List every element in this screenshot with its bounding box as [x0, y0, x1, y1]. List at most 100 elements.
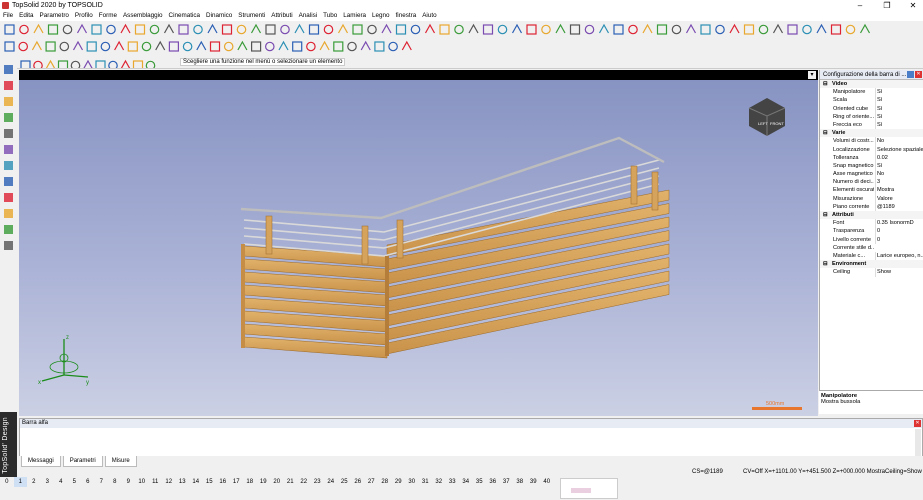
property-row[interactable]: Misurazione Valore: [820, 194, 923, 203]
collapse-icon[interactable]: ⊟: [823, 211, 828, 219]
toolbar-tool-icon[interactable]: [178, 24, 189, 35]
property-value[interactable]: 0: [875, 235, 923, 244]
page-number[interactable]: 38: [513, 477, 527, 487]
toolbar-tool-icon[interactable]: [236, 24, 247, 35]
toolbar-tool-icon[interactable]: [168, 41, 179, 52]
toolbar-tool-icon[interactable]: [19, 24, 29, 35]
toolbar-tool-icon[interactable]: [671, 24, 682, 35]
property-value[interactable]: Valore: [875, 194, 923, 203]
property-row[interactable]: Elementi oscurati Mostra: [820, 186, 923, 195]
property-row[interactable]: Numero di deci... 3: [820, 178, 923, 187]
toolbar-tool-icon[interactable]: [685, 23, 697, 34]
menu-item-strumenti[interactable]: Strumenti: [235, 11, 268, 21]
page-number[interactable]: 12: [162, 477, 176, 487]
side-tool-icon[interactable]: [4, 193, 13, 202]
menu-item-profilo[interactable]: Profilo: [72, 11, 96, 21]
page-number[interactable]: 32: [432, 477, 446, 487]
toolbar-tool-icon[interactable]: [410, 24, 421, 35]
page-number[interactable]: 21: [284, 477, 298, 487]
toolbar-tool-icon[interactable]: [526, 24, 537, 35]
menu-item-analisi[interactable]: Analisi: [296, 11, 321, 21]
page-number[interactable]: 14: [189, 477, 203, 487]
page-number[interactable]: 17: [230, 477, 244, 487]
alpha-scrollbar[interactable]: [915, 429, 921, 457]
menu-item-finestra[interactable]: finestra: [393, 11, 420, 21]
page-number[interactable]: 2: [27, 477, 41, 487]
toolbar-tool-icon[interactable]: [367, 24, 377, 35]
toolbar-tool-icon[interactable]: [91, 24, 102, 35]
page-number[interactable]: 25: [338, 477, 352, 487]
toolbar-tool-icon[interactable]: [221, 24, 233, 35]
toolbar-tool-icon[interactable]: [223, 41, 234, 52]
toolbar-tool-icon[interactable]: [758, 24, 769, 35]
toolbar-tool-icon[interactable]: [4, 41, 15, 52]
toolbar-tool-icon[interactable]: [700, 24, 711, 35]
side-tool-icon[interactable]: [4, 209, 13, 218]
toolbar-tool-icon[interactable]: [149, 24, 160, 35]
menu-item-edita[interactable]: Edita: [16, 11, 36, 21]
toolbar-tool-icon[interactable]: [859, 23, 871, 34]
side-tool-icon[interactable]: [4, 145, 13, 154]
toolbar-tool-icon[interactable]: [388, 41, 398, 52]
toolbar-tool-icon[interactable]: [155, 40, 166, 51]
page-number[interactable]: 18: [243, 477, 257, 487]
toolbar-tool-icon[interactable]: [280, 24, 290, 35]
page-number[interactable]: 6: [81, 477, 95, 487]
page-number[interactable]: 1: [13, 477, 27, 487]
tab-misure[interactable]: Misure: [104, 456, 137, 467]
toolbar-tool-icon[interactable]: [193, 24, 203, 35]
page-number[interactable]: 39: [527, 477, 541, 487]
toolbar-tool-icon[interactable]: [401, 40, 412, 51]
property-value[interactable]: 0.35 IsonormD: [875, 219, 923, 228]
toolbar-tool-icon[interactable]: [196, 40, 207, 51]
page-number[interactable]: 8: [108, 477, 122, 487]
toolbar-tool-icon[interactable]: [319, 40, 330, 51]
side-tool-icon[interactable]: [4, 81, 13, 90]
property-value[interactable]: Show: [875, 268, 923, 277]
side-tool-icon[interactable]: [4, 225, 13, 234]
page-number[interactable]: 36: [486, 477, 500, 487]
toolbar-tool-icon[interactable]: [134, 24, 146, 35]
page-number[interactable]: 24: [324, 477, 338, 487]
side-tool-icon[interactable]: [4, 241, 13, 250]
menu-item-parametro[interactable]: Parametro: [37, 11, 72, 21]
panel-close-icon[interactable]: ✕: [915, 71, 922, 78]
collapse-icon[interactable]: ⊟: [823, 129, 828, 137]
toolbar-tool-icon[interactable]: [251, 41, 262, 52]
toolbar-tool-icon[interactable]: [265, 24, 276, 35]
property-row[interactable]: Piano corrente @1189: [820, 202, 923, 212]
collapse-icon[interactable]: ⊟: [823, 260, 828, 268]
side-tool-icon[interactable]: [4, 113, 13, 122]
toolbar-tool-icon[interactable]: [555, 23, 566, 34]
page-number[interactable]: 37: [500, 477, 514, 487]
page-number[interactable]: 40: [540, 477, 554, 487]
page-number[interactable]: 11: [149, 477, 163, 487]
toolbar-tool-icon[interactable]: [439, 24, 450, 35]
toolbar-tool-icon[interactable]: [86, 41, 97, 52]
page-number[interactable]: 20: [270, 477, 284, 487]
page-number[interactable]: 19: [257, 477, 271, 487]
property-value[interactable]: Sì: [875, 120, 923, 130]
toolbar-tool-icon[interactable]: [127, 41, 138, 52]
property-value[interactable]: @1189: [875, 202, 923, 212]
property-row[interactable]: Livello corrente 0: [820, 235, 923, 244]
minimize-icon[interactable]: –: [851, 0, 869, 11]
toolbar-tool-icon[interactable]: [106, 24, 116, 35]
property-value[interactable]: Sì: [875, 96, 923, 105]
property-row[interactable]: Materiale c... Larice europeo, n...: [820, 251, 923, 261]
menu-item-tubo[interactable]: Tubo: [320, 11, 340, 21]
property-row[interactable]: Ceiling Show: [820, 268, 923, 277]
toolbar-tool-icon[interactable]: [108, 60, 118, 68]
toolbar-tool-icon[interactable]: [482, 24, 494, 35]
collapse-icon[interactable]: ⊟: [823, 80, 828, 88]
toolbar-tool-icon[interactable]: [816, 23, 827, 34]
toolbar-tool-icon[interactable]: [57, 60, 69, 68]
menu-item-lamiera[interactable]: Lamiera: [340, 11, 369, 21]
toolbar-tool-icon[interactable]: [347, 41, 357, 52]
toolbar-tool-icon[interactable]: [145, 60, 156, 68]
page-number[interactable]: 35: [473, 477, 487, 487]
property-value[interactable]: 0.02: [875, 153, 923, 162]
side-tool-icon[interactable]: [4, 129, 13, 138]
property-row[interactable]: Trasparenza 0: [820, 227, 923, 236]
toolbar-tool-icon[interactable]: [141, 41, 152, 52]
